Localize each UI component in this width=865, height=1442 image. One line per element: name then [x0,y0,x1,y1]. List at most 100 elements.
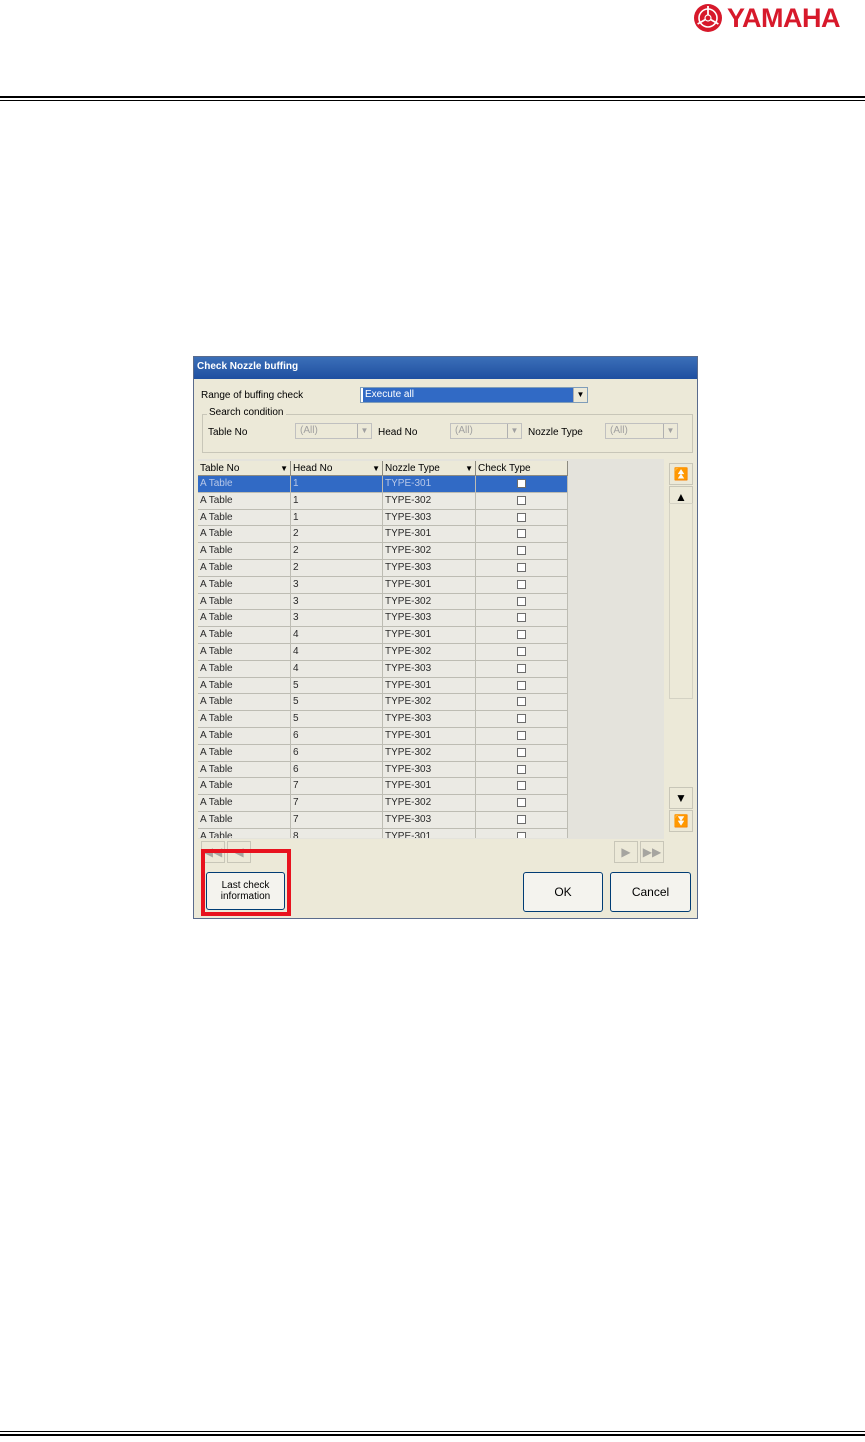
ok-button[interactable]: OK [523,872,603,912]
check-type-checkbox[interactable] [517,764,526,774]
nozzle-type-value: (All) [610,425,628,436]
check-type-checkbox[interactable] [517,647,526,656]
nozzle-type-cell: TYPE-303 [383,761,476,779]
nozzle-type-cell: TYPE-301 [383,526,476,544]
table-row[interactable]: A Table 1 TYPE-301 [198,476,568,493]
nozzle-type-cell: TYPE-301 [383,476,476,493]
table-row[interactable]: A Table 7 TYPE-302 [198,795,568,812]
column-header-label: Nozzle Type [385,463,440,474]
chevron-down-icon[interactable]: ▼ [663,424,677,438]
table-row[interactable]: A Table 4 TYPE-301 [198,627,568,644]
dialog-titlebar[interactable]: Check Nozzle buffing [194,357,697,379]
check-type-checkbox[interactable] [517,613,526,623]
chevron-down-icon[interactable]: ▼ [507,424,521,438]
scroll-right-button[interactable]: ▶ [614,841,638,863]
nozzle-type-cell: TYPE-301 [383,728,476,745]
nozzle-type-cell: TYPE-303 [383,711,476,728]
table-row[interactable]: A Table 3 TYPE-302 [198,593,568,611]
table-row[interactable]: A Table 5 TYPE-301 [198,677,568,695]
check-type-checkbox[interactable] [517,630,526,640]
double-right-arrow-icon: ▶▶ [642,845,662,859]
scroll-last-button[interactable]: ▶▶ [640,841,664,863]
table-no-cell: A Table [198,677,291,695]
table-row[interactable]: A Table 8 TYPE-301 [198,828,568,838]
check-type-checkbox[interactable] [517,579,526,589]
scroll-top-button[interactable]: ⏫ [669,463,693,485]
check-type-checkbox[interactable] [517,563,526,572]
nozzle-type-cell: TYPE-302 [383,492,476,510]
check-type-cell [476,711,568,728]
check-type-checkbox[interactable] [517,831,526,838]
check-type-checkbox[interactable] [517,596,526,606]
column-header-check-type[interactable]: Check Type [476,461,568,476]
check-type-cell [476,795,568,812]
table-row[interactable]: A Table 3 TYPE-303 [198,610,568,628]
check-type-checkbox[interactable] [517,512,526,522]
check-type-checkbox[interactable] [517,798,526,808]
nozzle-type-cell: TYPE-302 [383,644,476,661]
sort-arrow-icon[interactable]: ▼ [465,461,473,476]
table-row[interactable]: A Table 1 TYPE-302 [198,492,568,510]
check-type-checkbox[interactable] [517,529,526,539]
check-type-checkbox[interactable] [517,546,526,556]
head-no-select[interactable]: (All) ▼ [450,423,522,439]
column-header-head-no[interactable]: Head No ▼ [291,461,383,476]
table-row[interactable]: A Table 7 TYPE-301 [198,778,568,796]
check-type-checkbox[interactable] [517,495,526,505]
table-no-cell: A Table [198,644,291,661]
vertical-scroll-track[interactable] [669,503,693,699]
check-type-checkbox[interactable] [517,815,526,824]
check-type-checkbox[interactable] [517,479,526,488]
head-no-cell: 6 [291,744,383,762]
nozzle-type-cell: TYPE-303 [383,812,476,829]
table-row[interactable]: A Table 6 TYPE-301 [198,728,568,745]
column-header-nozzle-type[interactable]: Nozzle Type ▼ [383,461,476,476]
sort-arrow-icon[interactable]: ▼ [280,461,288,476]
nozzle-type-select[interactable]: (All) ▼ [605,423,678,439]
table-no-cell: A Table [198,476,291,493]
table-row[interactable]: A Table 6 TYPE-303 [198,761,568,779]
sort-arrow-icon[interactable]: ▼ [372,461,380,476]
check-type-checkbox[interactable] [517,680,526,690]
table-no-cell: A Table [198,492,291,510]
chevron-down-icon[interactable]: ▼ [573,388,587,402]
table-no-cell: A Table [198,509,291,527]
check-type-cell [476,509,568,527]
table-row[interactable]: A Table 4 TYPE-303 [198,660,568,678]
check-type-checkbox[interactable] [517,747,526,757]
table-row[interactable]: A Table 2 TYPE-301 [198,526,568,544]
table-row[interactable]: A Table 2 TYPE-303 [198,560,568,577]
double-down-arrow-icon: ⏬ [673,814,689,828]
column-header-table-no[interactable]: Table No ▼ [198,461,291,476]
ok-label: OK [554,885,572,899]
nozzle-type-cell: TYPE-302 [383,694,476,712]
table-row[interactable]: A Table 6 TYPE-302 [198,744,568,762]
table-no-select[interactable]: (All) ▼ [295,423,372,439]
chevron-down-icon[interactable]: ▼ [357,424,371,438]
check-type-checkbox[interactable] [517,714,526,724]
table-no-cell: A Table [198,576,291,594]
check-type-checkbox[interactable] [517,663,526,673]
scroll-down-button[interactable]: ▼ [669,787,693,809]
cancel-button[interactable]: Cancel [610,872,691,912]
head-no-cell: 1 [291,509,383,527]
table-row[interactable]: A Table 4 TYPE-302 [198,644,568,661]
scroll-bottom-button[interactable]: ⏬ [669,810,693,832]
check-type-checkbox[interactable] [517,697,526,707]
table-no-cell: A Table [198,728,291,745]
check-type-checkbox[interactable] [517,731,526,740]
grid-rows: A Table 1 TYPE-301 A Table 1 TYPE-302 A Table 1… [198,476,568,838]
range-select[interactable]: Execute all ▼ [360,387,588,403]
nozzle-type-cell: TYPE-301 [383,778,476,796]
table-row[interactable]: A Table 1 TYPE-303 [198,509,568,527]
head-no-cell: 3 [291,576,383,594]
check-type-checkbox[interactable] [517,781,526,791]
table-row[interactable]: A Table 2 TYPE-302 [198,543,568,560]
table-row[interactable]: A Table 3 TYPE-301 [198,576,568,594]
head-no-cell: 3 [291,593,383,611]
table-no-cell: A Table [198,560,291,577]
head-no-cell: 7 [291,778,383,796]
table-row[interactable]: A Table 5 TYPE-303 [198,711,568,728]
table-row[interactable]: A Table 7 TYPE-303 [198,812,568,829]
table-row[interactable]: A Table 5 TYPE-302 [198,694,568,712]
